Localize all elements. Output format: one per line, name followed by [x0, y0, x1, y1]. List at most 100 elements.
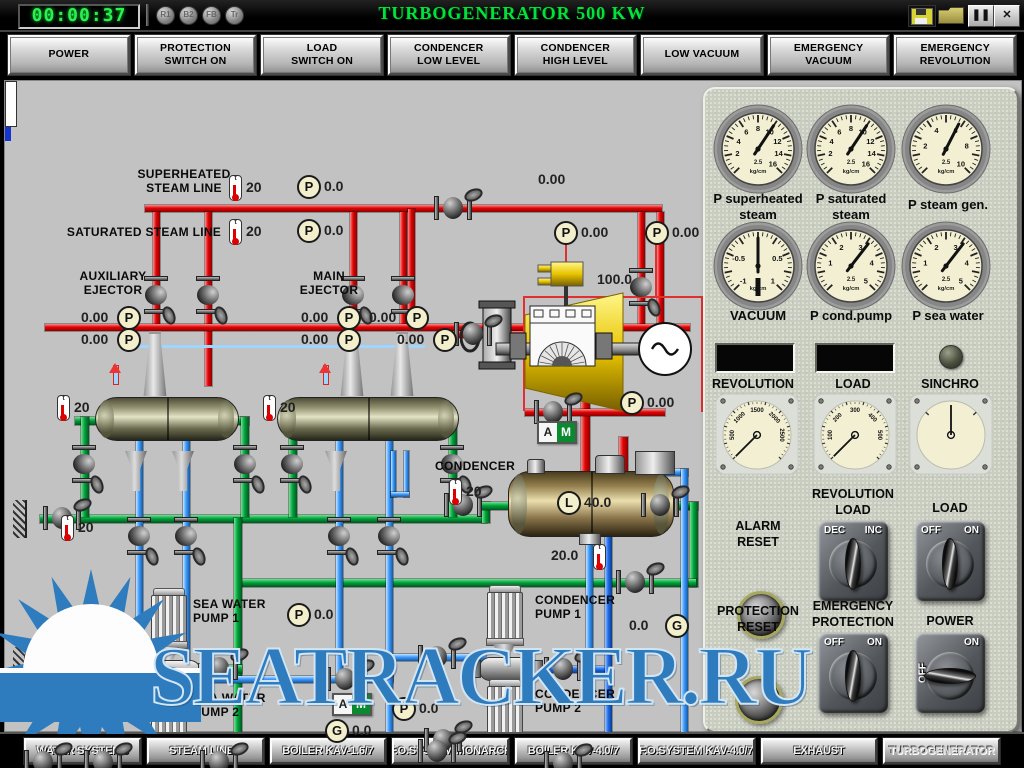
svg-text:1500: 1500 [750, 408, 764, 414]
indicator-value: 0.00 [581, 224, 608, 240]
valve-icon[interactable] [641, 493, 679, 517]
valve-handwheel [71, 496, 93, 514]
thermometer-t: t [230, 175, 241, 182]
alarm-button-emergency-revolution[interactable]: EMERGENCY REVOLUTION [894, 35, 1016, 75]
push-button-protection-reset[interactable] [735, 676, 783, 724]
svg-text:5: 5 [959, 277, 963, 286]
svg-text:300: 300 [850, 408, 861, 414]
diskette-icon [911, 8, 933, 25]
valve-icon[interactable] [24, 656, 62, 680]
valve-body [209, 657, 229, 679]
am-switch-a: A [539, 423, 557, 442]
switch-pos-label: OFF [824, 637, 844, 648]
valve-icon[interactable] [24, 750, 62, 768]
am-switch-a: A [334, 695, 352, 714]
valve-body [427, 646, 447, 668]
thermometer-icon: t [449, 479, 462, 505]
gauge-label: P sea water [896, 308, 1000, 324]
valve-icon[interactable] [434, 196, 472, 220]
level-indicator: L [557, 491, 581, 515]
revolution-meter: 5001000150020002500 [715, 393, 799, 475]
valve-icon[interactable] [544, 751, 582, 768]
valve-icon[interactable] [326, 667, 364, 691]
valve-icon[interactable] [84, 656, 122, 680]
rotary-switch-power[interactable]: ONOFF [915, 633, 985, 713]
svg-text:2.5: 2.5 [942, 277, 951, 283]
am-switch-m: M [352, 695, 370, 714]
close-button[interactable]: ✕ [994, 5, 1020, 27]
indicator-value: 0.0 [314, 606, 333, 622]
save-icon[interactable] [908, 5, 936, 27]
display-label: REVOLUTION [707, 377, 799, 393]
valve-icon[interactable] [72, 445, 96, 483]
valve-flange [196, 276, 220, 281]
thermometer-t: t [62, 515, 73, 522]
vent-arrow-head [319, 357, 331, 373]
label-aux-ejector: AUXILIARY EJECTOR [57, 269, 169, 298]
valve-handwheel [296, 473, 314, 495]
rotary-switch-revolution-load[interactable]: DECINC [818, 521, 888, 601]
pump-flange [534, 660, 543, 678]
valve-icon[interactable] [200, 656, 238, 680]
valve-icon[interactable] [327, 517, 351, 555]
switch-knob-lens [942, 538, 958, 590]
valve-icon[interactable] [377, 517, 401, 555]
valve-icon[interactable] [200, 750, 238, 768]
valve-icon[interactable] [233, 445, 257, 483]
svg-text:2: 2 [828, 149, 832, 158]
pressure-indicator: P [433, 328, 457, 352]
level-glass [5, 81, 17, 127]
tab-f-o-system-kav-4-0-7[interactable]: F.O.SYSTEM KAV-4.0/7 [638, 738, 755, 764]
valve-flange [327, 517, 351, 522]
valve-icon[interactable] [196, 276, 220, 314]
pause-button[interactable]: ❚❚ [968, 5, 994, 27]
quick-button-tr[interactable]: Tr [225, 6, 244, 25]
rotary-switch-load[interactable]: OFFON [915, 521, 985, 601]
valve-flange [391, 276, 415, 281]
condenser-pump-1[interactable] [475, 585, 539, 679]
valve-icon[interactable] [174, 517, 198, 555]
valve-icon[interactable] [544, 657, 582, 681]
tab-exhaust[interactable]: EXHAUST [761, 738, 878, 764]
valve-body [392, 285, 414, 305]
valve-icon[interactable] [418, 645, 456, 669]
quick-button-r1[interactable]: R1 [156, 6, 175, 25]
valve-icon[interactable] [418, 739, 456, 763]
valve-icon[interactable] [280, 445, 304, 483]
valve-handwheel [88, 473, 106, 495]
auto-manual-switch[interactable]: AM [537, 421, 577, 444]
digital-display-revolution [715, 343, 795, 373]
valve-icon[interactable] [127, 517, 151, 555]
valve-icon[interactable] [616, 570, 654, 594]
gauge-vacuum: -1-0.50.51kg/cm [712, 220, 804, 312]
indicator-value: 20 [78, 519, 94, 535]
valve-body [378, 526, 400, 546]
tab-turbogenerator[interactable]: TURBOGENERATOR [883, 738, 1000, 764]
alarm-button-low-vacuum[interactable]: LOW VACUUM [641, 35, 763, 75]
alarm-button-condencer-low-level[interactable]: CONDENCER LOW LEVEL [388, 35, 510, 75]
vent-arrow-icon [319, 357, 331, 383]
alarm-button-power[interactable]: POWER [8, 35, 130, 75]
alarm-button-condencer-high-level[interactable]: CONDENCER HIGH LEVEL [515, 35, 637, 75]
tab-boiler-kav-1-6-7[interactable]: BOILER KAV-1.6/7 [270, 738, 387, 764]
label-main-ejector: MAIN EJECTOR [283, 269, 375, 298]
alarm-button-load-switch-on[interactable]: LOAD SWITCH ON [261, 35, 383, 75]
rotary-switch-emergency-protection[interactable]: OFFON [818, 633, 888, 713]
auto-manual-switch[interactable]: AM [332, 693, 372, 716]
valve-flange [440, 445, 464, 450]
valve-icon[interactable] [629, 268, 653, 306]
indicator-value: 0.00 [397, 331, 424, 347]
svg-text:14: 14 [867, 149, 876, 158]
valve-icon[interactable] [454, 322, 492, 346]
sinchro-label: SINCHRO [910, 377, 990, 393]
quick-button-b2[interactable]: B2 [179, 6, 198, 25]
pump-neck [493, 644, 515, 657]
svg-text:1: 1 [923, 259, 927, 268]
alarm-button-emergency-vacuum[interactable]: EMERGENCY VACUUM [768, 35, 890, 75]
quick-button-fb[interactable]: FB [202, 6, 221, 25]
alarm-button-protection-switch-on[interactable]: PROTECTION SWITCH ON [135, 35, 257, 75]
pipe-segment [690, 502, 698, 587]
valve-icon[interactable] [84, 750, 122, 768]
wall-anchor-icon [13, 500, 27, 538]
svg-text:16: 16 [862, 160, 870, 169]
